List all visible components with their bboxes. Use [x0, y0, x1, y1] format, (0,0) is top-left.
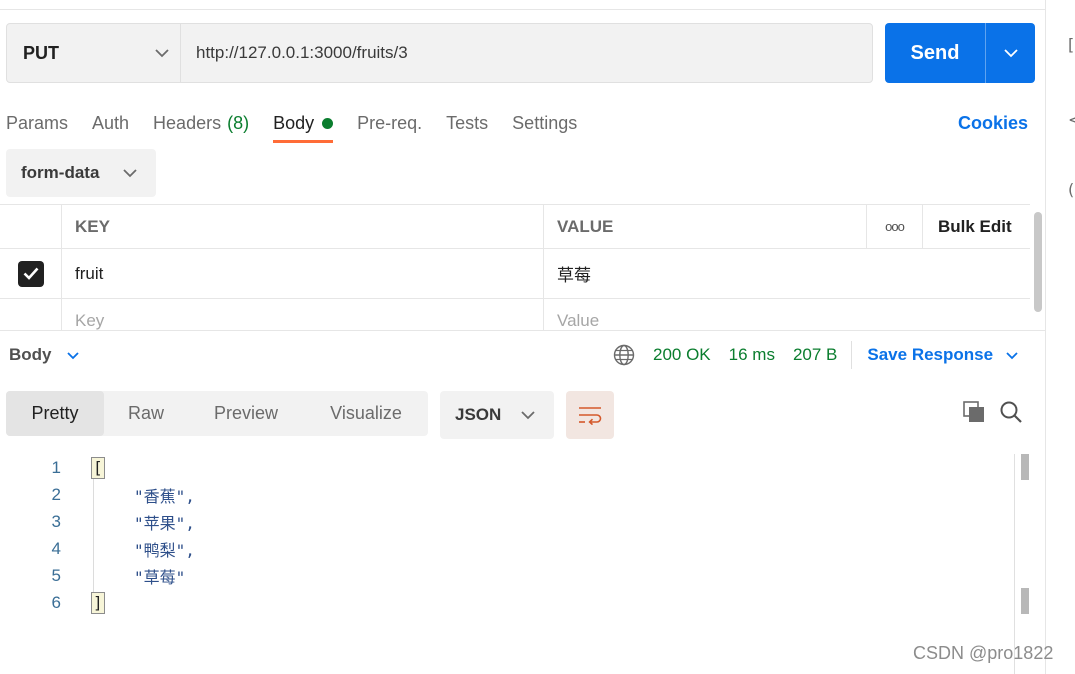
right-panel-icon-info[interactable]: ( — [1068, 180, 1074, 199]
checkmark-icon — [23, 267, 38, 280]
tab-body[interactable]: Body — [273, 104, 334, 143]
wrap-lines-icon — [579, 407, 602, 425]
copy-button[interactable] — [962, 400, 986, 429]
bulk-edit-button[interactable]: Bulk Edit — [923, 205, 1030, 248]
row-key[interactable]: fruit — [62, 249, 544, 298]
response-time[interactable]: 16 ms — [729, 345, 775, 365]
code-text: "鸭梨", — [134, 540, 195, 560]
search-icon — [1000, 401, 1022, 423]
meta-divider — [851, 341, 853, 369]
value-input[interactable]: Value — [544, 299, 867, 331]
tab-raw[interactable]: Raw — [104, 391, 188, 436]
send-label: Send — [910, 41, 960, 64]
response-editor[interactable]: 1 [ 2 "香蕉", 3 "苹果", 4 "鸭梨", 5 "草莓" 6 ] — [0, 452, 1030, 674]
code-line: 6 ] — [0, 589, 105, 616]
globe-icon[interactable] — [613, 344, 635, 366]
tab-body-label: Body — [273, 112, 315, 133]
tab-tests[interactable]: Tests — [446, 104, 488, 142]
chevron-down-icon — [123, 169, 137, 178]
form-data-table: KEY VALUE ooo Bulk Edit fruit 草莓 Key Val… — [0, 204, 1030, 331]
code-text: ] — [91, 591, 105, 614]
code-text: "苹果", — [134, 513, 195, 533]
header-key: KEY — [62, 205, 544, 248]
request-tabs: Params Auth Headers (8) Body Pre-req. Te… — [6, 104, 601, 144]
response-section-label: Body — [9, 345, 52, 364]
row-value[interactable]: 草莓 — [544, 249, 1030, 298]
url-bar: PUT http://127.0.0.1:3000/fruits/3 — [6, 23, 873, 83]
right-panel-icon-docs[interactable]: [ — [1068, 35, 1074, 54]
code-line: 1 [ — [0, 454, 105, 481]
code-line: 4 "鸭梨", — [0, 535, 195, 562]
body-active-dot — [322, 117, 334, 129]
line-number: 5 — [51, 565, 61, 585]
right-panel-divider — [1045, 0, 1046, 674]
right-panel-icon-code[interactable]: < — [1068, 110, 1075, 129]
body-type-dropdown[interactable]: form-data — [6, 149, 156, 197]
save-response-button[interactable]: Save Response — [867, 345, 1019, 365]
tab-settings[interactable]: Settings — [512, 104, 577, 142]
url-input[interactable]: http://127.0.0.1:3000/fruits/3 — [181, 24, 872, 82]
table-row: fruit 草莓 — [0, 249, 1030, 299]
watermark: CSDN @pro1822 — [913, 643, 1054, 663]
response-meta: 200 OK 16 ms 207 B Save Response — [613, 341, 1019, 369]
chevron-down-icon — [1006, 351, 1018, 359]
response-section-dropdown[interactable]: Body — [9, 342, 80, 368]
tab-preview[interactable]: Preview — [188, 391, 304, 436]
wrap-lines-button[interactable] — [566, 391, 614, 439]
tab-headers[interactable]: Headers (8) — [153, 104, 249, 142]
tab-visualize[interactable]: Visualize — [304, 391, 428, 436]
headers-count: (8) — [227, 112, 250, 133]
editor-scrollbar-bottom[interactable] — [1021, 588, 1029, 614]
tab-prereq[interactable]: Pre-req. — [357, 104, 422, 142]
header-check-cell — [0, 205, 62, 248]
header-value: VALUE — [544, 205, 867, 248]
chevron-down-icon — [66, 351, 79, 359]
search-button[interactable] — [999, 400, 1023, 429]
send-options-button[interactable] — [986, 23, 1035, 83]
method-dropdown[interactable]: PUT — [7, 24, 181, 82]
response-size[interactable]: 207 B — [793, 345, 837, 365]
line-number: 1 — [51, 457, 61, 477]
tab-params[interactable]: Params — [6, 104, 68, 142]
save-response-label: Save Response — [867, 345, 994, 364]
method-label: PUT — [23, 42, 59, 63]
tab-pretty[interactable]: Pretty — [6, 391, 104, 436]
response-view-tabs: Pretty Raw Preview Visualize — [6, 391, 428, 436]
tab-auth[interactable]: Auth — [92, 104, 129, 142]
line-number: 4 — [51, 538, 61, 558]
code-line: 2 "香蕉", — [0, 481, 195, 508]
code-text: [ — [91, 456, 105, 479]
request-scrollbar[interactable] — [1034, 212, 1042, 312]
line-number: 3 — [51, 511, 61, 531]
chevron-down-icon — [155, 49, 169, 58]
code-text: "草莓" — [134, 567, 186, 587]
response-divider — [0, 330, 1045, 331]
row-checkbox[interactable] — [17, 260, 44, 287]
line-number: 6 — [51, 592, 61, 612]
format-label: JSON — [455, 405, 502, 424]
cookies-link[interactable]: Cookies — [958, 104, 1028, 142]
body-type-label: form-data — [21, 163, 100, 182]
code-line: 3 "苹果", — [0, 508, 195, 535]
tab-headers-label: Headers — [153, 112, 222, 133]
key-input[interactable]: Key — [62, 299, 544, 331]
chevron-down-icon — [1003, 49, 1018, 58]
editor-scrollbar-top[interactable] — [1021, 454, 1029, 480]
editor-scroll-track — [1014, 454, 1015, 674]
row-check-cell — [0, 249, 62, 298]
send-button[interactable]: Send — [885, 23, 1035, 83]
code-line: 5 "草莓" — [0, 562, 186, 589]
more-dots-icon: ooo — [885, 219, 905, 234]
top-divider — [0, 9, 1045, 10]
copy-icon — [963, 401, 984, 422]
more-options-button[interactable]: ooo — [867, 205, 923, 248]
table-header-row: KEY VALUE ooo Bulk Edit — [0, 205, 1030, 249]
line-number: 2 — [51, 484, 61, 504]
new-row-check-cell — [0, 299, 62, 331]
format-dropdown[interactable]: JSON — [440, 391, 554, 439]
chevron-down-icon — [521, 411, 535, 420]
table-row-new: Key Value — [0, 299, 1030, 331]
status-code[interactable]: 200 OK — [653, 345, 711, 365]
code-text: "香蕉", — [134, 486, 195, 506]
